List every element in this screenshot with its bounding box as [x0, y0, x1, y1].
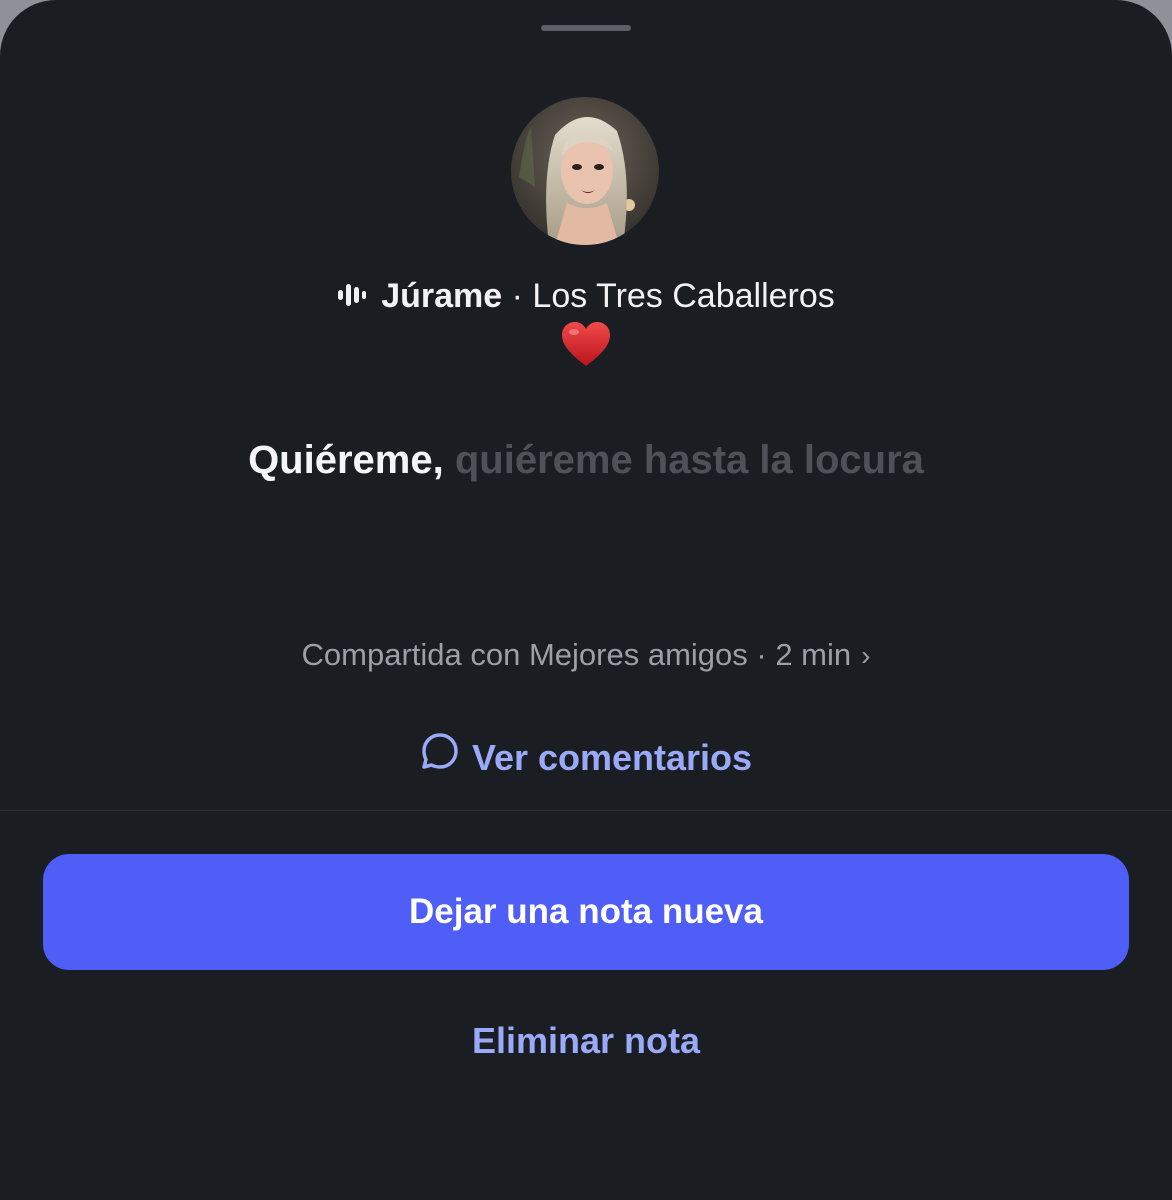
view-comments-button[interactable]: Ver comentarios — [0, 731, 1172, 786]
red-heart-icon — [560, 320, 612, 368]
sheet-grabber[interactable] — [541, 25, 631, 31]
lyric-text: Quiéreme, quiéreme hasta la locura — [0, 434, 1172, 486]
note-bottom-sheet: Júrame · Los Tres Caballeros Quiéreme, q… — [0, 0, 1172, 1200]
lyric-upcoming: quiéreme hasta la locura — [454, 438, 924, 482]
divider — [0, 810, 1172, 811]
lyric-active: Quiéreme, — [248, 438, 444, 482]
delete-note-button[interactable]: Eliminar nota — [0, 1017, 1172, 1065]
new-note-button[interactable]: Dejar una nota nueva — [43, 854, 1129, 970]
song-info[interactable]: Júrame · Los Tres Caballeros — [0, 274, 1172, 320]
avatar — [511, 97, 659, 245]
view-comments-label: Ver comentarios — [471, 737, 753, 778]
chevron-right-icon: › — [861, 640, 871, 671]
song-title: Júrame — [381, 277, 503, 315]
song-artist: Los Tres Caballeros — [532, 277, 835, 315]
shared-info[interactable]: Compartida con Mejores amigos · 2 min › — [0, 635, 1172, 676]
music-bars-icon — [337, 273, 367, 317]
shared-text: Compartida con Mejores amigos · 2 min — [301, 637, 852, 672]
comment-bubble-icon — [420, 731, 460, 783]
song-separator: · — [502, 277, 533, 315]
